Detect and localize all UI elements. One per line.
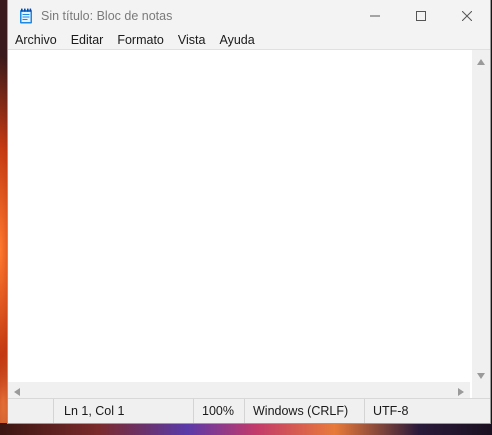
arrow-right-icon xyxy=(458,381,464,400)
scrollbar-corner xyxy=(472,382,490,398)
status-zoom: 100% xyxy=(194,399,245,423)
menu-ayuda[interactable]: Ayuda xyxy=(212,31,261,50)
menu-editar[interactable]: Editar xyxy=(64,31,111,50)
minimize-button[interactable] xyxy=(352,0,398,31)
status-encoding: UTF-8 xyxy=(373,404,409,418)
maximize-button[interactable] xyxy=(398,0,444,31)
status-line-endings: Windows (CRLF) xyxy=(245,399,365,423)
vertical-scrollbar[interactable] xyxy=(472,50,490,382)
scroll-left-button[interactable] xyxy=(10,382,24,398)
horizontal-scrollbar[interactable] xyxy=(8,382,470,398)
minimize-icon xyxy=(370,6,380,25)
arrow-down-icon xyxy=(477,364,485,383)
menu-vista[interactable]: Vista xyxy=(171,31,213,50)
notepad-icon xyxy=(19,8,33,24)
notepad-window: Sin título: Bloc de notas Archivo Editar… xyxy=(7,0,491,424)
window-controls xyxy=(352,0,490,31)
desktop-wallpaper-bottom xyxy=(0,423,492,435)
scroll-right-button[interactable] xyxy=(454,382,468,398)
status-spacer xyxy=(8,399,54,423)
close-button[interactable] xyxy=(444,0,490,31)
scroll-down-button[interactable] xyxy=(472,366,490,380)
close-icon xyxy=(461,6,473,25)
title-bar[interactable]: Sin título: Bloc de notas xyxy=(8,0,490,31)
scroll-up-button[interactable] xyxy=(472,52,490,66)
arrow-up-icon xyxy=(477,50,485,69)
arrow-left-icon xyxy=(14,381,20,400)
menu-bar: Archivo Editar Formato Vista Ayuda xyxy=(8,31,490,50)
text-editor[interactable] xyxy=(8,50,470,382)
status-bar: Ln 1, Col 1 100% Windows (CRLF) UTF-8 xyxy=(8,398,490,423)
maximize-icon xyxy=(416,6,426,25)
menu-formato[interactable]: Formato xyxy=(110,31,171,50)
menu-archivo[interactable]: Archivo xyxy=(8,31,64,50)
window-title: Sin título: Bloc de notas xyxy=(41,8,173,23)
status-cursor-position: Ln 1, Col 1 xyxy=(54,399,194,423)
editor-area xyxy=(8,50,490,398)
